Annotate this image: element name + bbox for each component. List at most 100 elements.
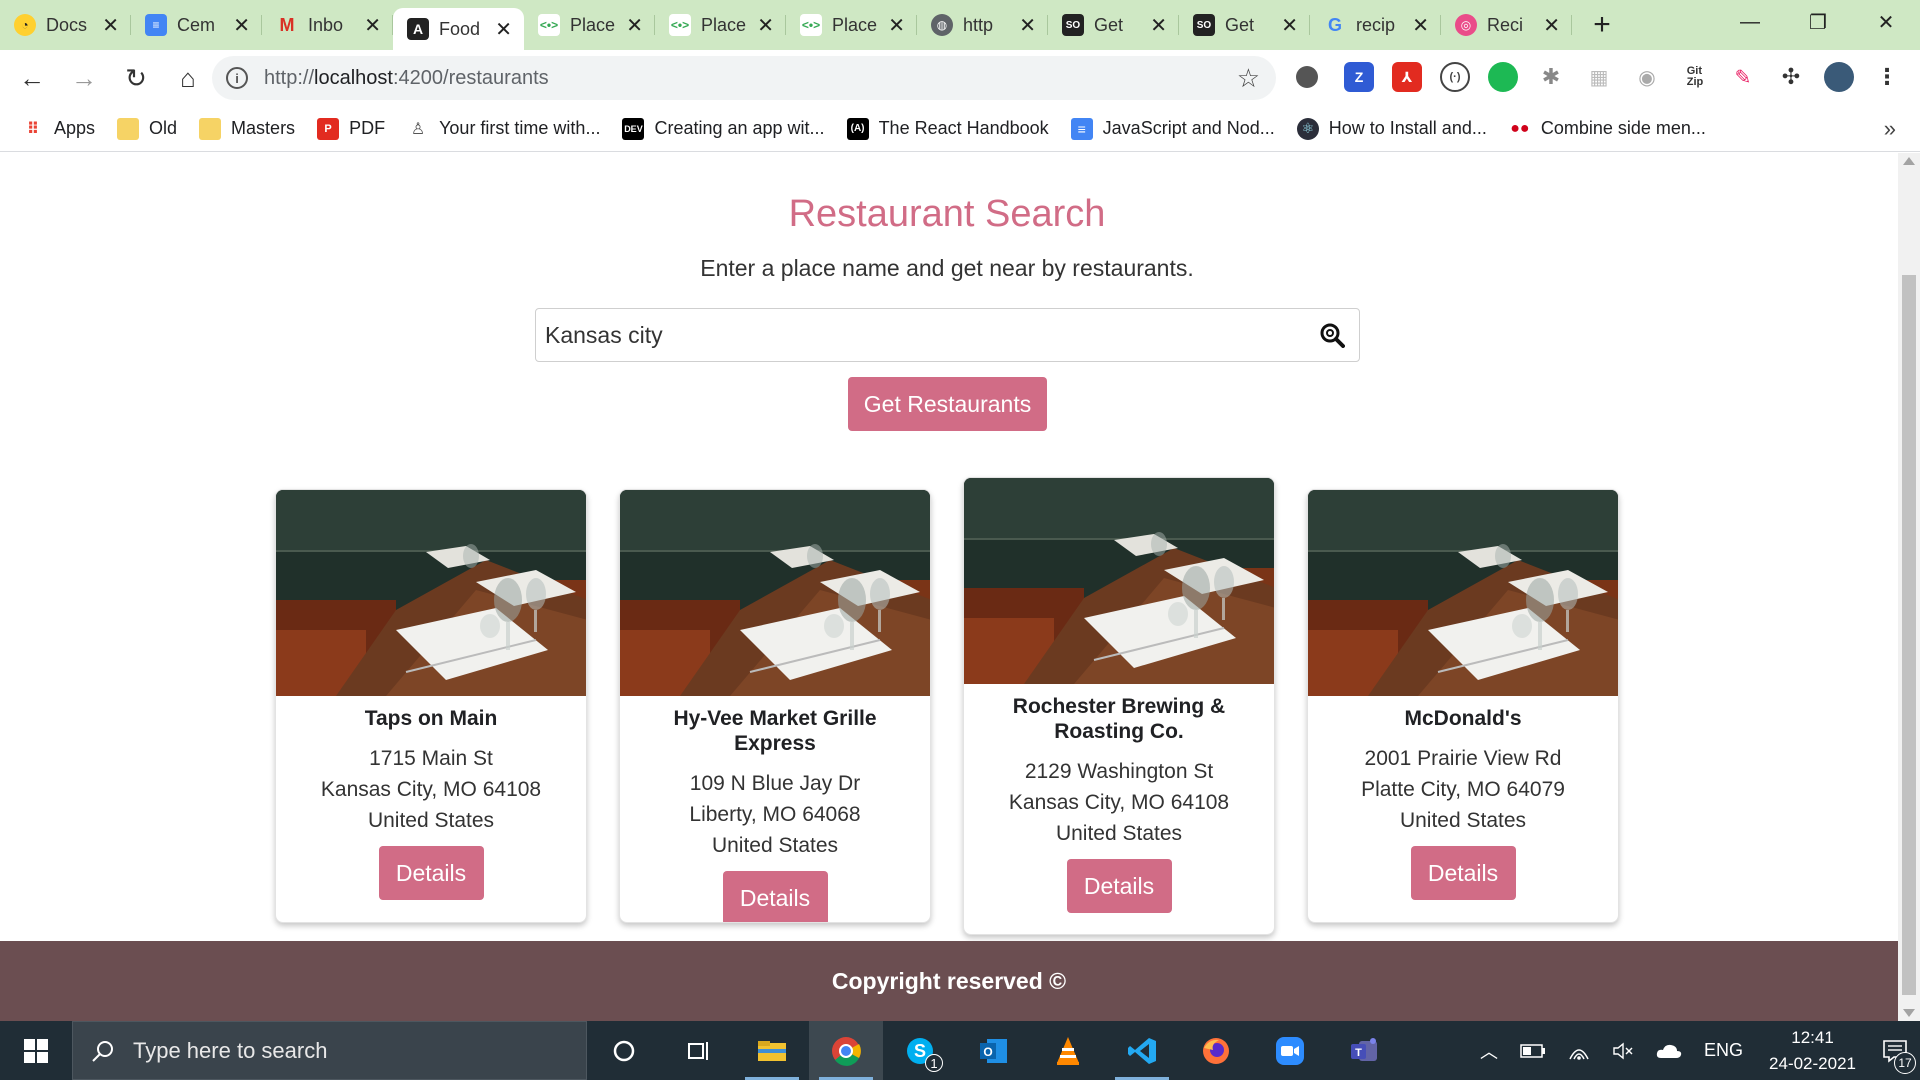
- bookmark-react-handbook[interactable]: (A) The React Handbook: [846, 117, 1049, 140]
- chrome-icon[interactable]: [809, 1021, 883, 1080]
- bookmark-combine[interactable]: ●● Combine side men...: [1509, 118, 1706, 140]
- get-restaurants-button[interactable]: Get Restaurants: [848, 377, 1047, 431]
- tab-6[interactable]: <•> Place ✕: [786, 0, 917, 50]
- tab-5[interactable]: <•> Place ✕: [655, 0, 786, 50]
- close-icon[interactable]: ✕: [757, 13, 774, 38]
- battery-icon[interactable]: [1520, 1043, 1546, 1058]
- teams-icon[interactable]: T: [1327, 1021, 1401, 1080]
- acrobat-icon[interactable]: ⅄: [1392, 62, 1422, 92]
- color-picker-icon[interactable]: ✎: [1728, 62, 1758, 92]
- notification-center-icon[interactable]: 17: [1870, 1021, 1920, 1080]
- tab-4[interactable]: <•> Place ✕: [524, 0, 655, 50]
- bookmark-masters[interactable]: Masters: [199, 117, 295, 140]
- bookmarks-overflow-icon[interactable]: »: [1884, 116, 1896, 142]
- back-arrow-icon[interactable]: ←: [12, 58, 52, 98]
- taskbar-search-box[interactable]: Type here to search: [72, 1021, 587, 1080]
- close-icon[interactable]: ✕: [1019, 13, 1036, 38]
- url-path: :4200/restaurants: [392, 66, 549, 89]
- close-icon[interactable]: ✕: [1412, 13, 1429, 38]
- info-icon[interactable]: i: [226, 67, 248, 89]
- tab-10[interactable]: G recip ✕: [1310, 0, 1441, 50]
- close-icon[interactable]: ✕: [888, 13, 905, 38]
- close-icon[interactable]: ✕: [102, 13, 119, 38]
- menu-kebab-icon[interactable]: ⋮: [1872, 62, 1902, 92]
- wifi-icon[interactable]: [1568, 1041, 1590, 1061]
- tab-title: Place: [701, 14, 747, 35]
- clock[interactable]: 12:41 24-02-2021: [1769, 1025, 1856, 1077]
- close-icon[interactable]: ✕: [364, 13, 381, 38]
- skype-icon[interactable]: S1: [883, 1021, 957, 1080]
- outlook-icon[interactable]: O: [957, 1021, 1031, 1080]
- tab-title: Get: [1094, 14, 1124, 35]
- tab-2[interactable]: M Inbo ✕: [262, 0, 393, 50]
- page-scrollbar[interactable]: [1898, 153, 1920, 1021]
- vscode-icon[interactable]: [1105, 1021, 1179, 1080]
- address-country: United States: [1055, 822, 1183, 845]
- scroll-down-arrow-icon[interactable]: [1903, 1009, 1915, 1017]
- home-icon[interactable]: ⌂: [168, 58, 208, 98]
- bookmark-dev[interactable]: DEV Creating an app wit...: [622, 117, 825, 140]
- close-window-button[interactable]: ✕: [1852, 0, 1920, 44]
- details-button[interactable]: Details: [1066, 859, 1172, 913]
- close-icon[interactable]: ✕: [495, 17, 512, 42]
- restaurant-name: McDonald's: [1404, 707, 1522, 730]
- scroll-up-arrow-icon[interactable]: [1903, 157, 1915, 165]
- profile-avatar[interactable]: [1824, 62, 1854, 92]
- close-icon[interactable]: ✕: [1281, 13, 1298, 38]
- tab-11[interactable]: ◎ Reci ✕: [1441, 0, 1572, 50]
- address-bar[interactable]: i http://localhost:4200/restaurants ☆: [212, 56, 1276, 100]
- onedrive-cloud-icon[interactable]: [1656, 1043, 1682, 1059]
- tab-0[interactable]: ◔ Docs ✕: [0, 0, 131, 50]
- gitzip-icon[interactable]: Git Zip: [1680, 62, 1710, 92]
- tab-title: Inbo: [308, 14, 344, 35]
- restaurant-image: [276, 490, 587, 696]
- bookmark-install[interactable]: ⚛ How to Install and...: [1296, 117, 1487, 140]
- reload-icon[interactable]: ↻: [116, 58, 156, 98]
- tab-1[interactable]: ≡ Cem ✕: [131, 0, 262, 50]
- close-icon[interactable]: ✕: [1150, 13, 1167, 38]
- grid-extension-icon[interactable]: ▦: [1584, 62, 1614, 92]
- scroll-thumb[interactable]: [1902, 275, 1916, 995]
- details-button[interactable]: Details: [1410, 846, 1516, 900]
- code-extension-icon[interactable]: (·): [1440, 62, 1470, 92]
- forward-arrow-icon[interactable]: →: [64, 58, 104, 98]
- bookmark-old[interactable]: Old: [117, 117, 177, 140]
- windows-start-button[interactable]: [0, 1021, 72, 1080]
- firefox-icon[interactable]: [1179, 1021, 1253, 1080]
- cortana-icon[interactable]: [587, 1021, 661, 1080]
- grammarly-icon[interactable]: [1488, 62, 1518, 92]
- minimize-button[interactable]: —: [1716, 0, 1784, 44]
- record-extension-icon[interactable]: ◉: [1632, 62, 1662, 92]
- close-icon[interactable]: ✕: [626, 13, 643, 38]
- zoom-icon[interactable]: [1253, 1021, 1327, 1080]
- task-view-icon[interactable]: [661, 1021, 735, 1080]
- close-icon[interactable]: ✕: [233, 13, 250, 38]
- details-button[interactable]: Details: [722, 871, 828, 922]
- bookmark-pdf[interactable]: P PDF: [317, 117, 385, 140]
- place-search-input[interactable]: [536, 309, 1296, 361]
- bookmark-star-icon[interactable]: ☆: [1237, 63, 1260, 94]
- extension-icon[interactable]: [1296, 66, 1318, 88]
- tab-8[interactable]: SO Get ✕: [1048, 0, 1179, 50]
- bookmark-apps[interactable]: ⠿ Apps: [22, 118, 95, 140]
- vlc-icon[interactable]: [1031, 1021, 1105, 1080]
- search-icon[interactable]: [1319, 322, 1345, 348]
- miro-icon: ◔: [14, 14, 36, 36]
- restore-button[interactable]: ❐: [1784, 0, 1852, 44]
- new-tab-button[interactable]: +: [1582, 5, 1622, 45]
- file-explorer-icon[interactable]: [735, 1021, 809, 1080]
- bookmark-javascript[interactable]: ≡ JavaScript and Nod...: [1070, 117, 1275, 140]
- extensions-puzzle-icon[interactable]: ✣: [1776, 62, 1806, 92]
- language-indicator[interactable]: ENG: [1704, 1040, 1743, 1061]
- zotero-icon[interactable]: Z: [1344, 62, 1374, 92]
- chevron-up-icon[interactable]: ︿: [1480, 1038, 1498, 1064]
- bookmark-firebase[interactable]: ♙ Your first time with...: [407, 118, 601, 140]
- speaker-muted-icon[interactable]: [1612, 1041, 1634, 1061]
- close-icon[interactable]: ✕: [1543, 13, 1560, 38]
- tab-7[interactable]: ◍ http ✕: [917, 0, 1048, 50]
- details-button[interactable]: Details: [378, 846, 484, 900]
- settings-extension-icon[interactable]: ✱: [1536, 62, 1566, 92]
- tab-9[interactable]: SO Get ✕: [1179, 0, 1310, 50]
- places-icon: <•>: [538, 14, 560, 36]
- tab-3[interactable]: A Food ✕: [393, 8, 524, 50]
